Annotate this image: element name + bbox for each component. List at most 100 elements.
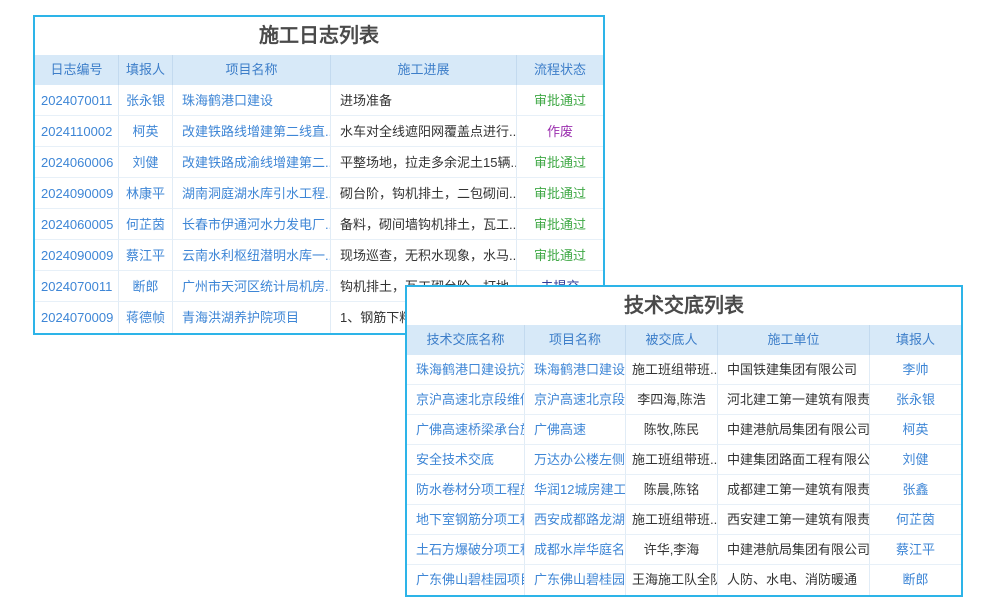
receiver-text: 施工班组带班... <box>626 355 718 385</box>
log-id-link[interactable]: 2024090009 <box>35 178 119 209</box>
reporter-link[interactable]: 刘健 <box>870 445 961 475</box>
construction-unit-text: 西安建工第一建筑有限责任公司 <box>718 505 870 535</box>
reporter-link[interactable]: 李帅 <box>870 355 961 385</box>
table-row[interactable]: 2024110002 柯英 改建铁路线增建第二线直... 水车对全线遮阳网覆盖点… <box>35 116 603 147</box>
table-row[interactable]: 2024070011 张永银 珠海鹤港口建设 进场准备 审批通过 <box>35 85 603 116</box>
log-id-link[interactable]: 2024090009 <box>35 240 119 271</box>
reporter-link[interactable]: 张永银 <box>870 385 961 415</box>
construction-unit-text: 中国铁建集团有限公司 <box>718 355 870 385</box>
table-row[interactable]: 珠海鹤港口建设抗浮... 珠海鹤港口建设 施工班组带班... 中国铁建集团有限公… <box>407 355 961 385</box>
progress-text: 水车对全线遮阳网覆盖点进行... <box>331 116 517 147</box>
disclosure-name-link[interactable]: 地下室钢筋分项工程... <box>407 505 525 535</box>
reporter-link[interactable]: 张永银 <box>119 85 173 116</box>
receiver-text: 施工班组带班... <box>626 445 718 475</box>
reporter-link[interactable]: 断郎 <box>119 271 173 302</box>
column-header-project-name: 项目名称 <box>525 325 626 355</box>
disclosure-name-link[interactable]: 土石方爆破分项工程... <box>407 535 525 565</box>
construction-log-table-title: 施工日志列表 <box>35 17 603 55</box>
disclosure-name-link[interactable]: 安全技术交底 <box>407 445 525 475</box>
column-header-log-id: 日志编号 <box>35 55 119 85</box>
progress-text: 现场巡查，无积水现象，水马... <box>331 240 517 271</box>
table-row[interactable]: 广东佛山碧桂园项目... 广东佛山碧桂园项目 王海施工队全队 人防、水电、消防暖… <box>407 565 961 595</box>
reporter-link[interactable]: 蔡江平 <box>870 535 961 565</box>
reporter-link[interactable]: 刘健 <box>119 147 173 178</box>
progress-text: 备料，砌间墙钩机排土，瓦工... <box>331 209 517 240</box>
reporter-link[interactable]: 蒋德帧 <box>119 302 173 333</box>
receiver-text: 施工班组带班... <box>626 505 718 535</box>
column-header-disclosure-name: 技术交底名称 <box>407 325 525 355</box>
log-id-link[interactable]: 2024070011 <box>35 271 119 302</box>
project-link[interactable]: 京沪高速北京段维修 <box>525 385 626 415</box>
status-badge: 审批通过 <box>517 240 603 271</box>
disclosure-name-link[interactable]: 京沪高速北京段维修... <box>407 385 525 415</box>
log-id-link[interactable]: 2024060006 <box>35 147 119 178</box>
column-header-reporter: 填报人 <box>119 55 173 85</box>
receiver-text: 王海施工队全队 <box>626 565 718 595</box>
table-row[interactable]: 2024060005 何芷茵 长春市伊通河水力发电厂... 备料，砌间墙钩机排土… <box>35 209 603 240</box>
reporter-link[interactable]: 何芷茵 <box>119 209 173 240</box>
project-link[interactable]: 华润12城房建工... <box>525 475 626 505</box>
project-link[interactable]: 万达办公楼左侧A... <box>525 445 626 475</box>
progress-text: 平整场地，拉走多余泥土15辆... <box>331 147 517 178</box>
reporter-link[interactable]: 断郎 <box>870 565 961 595</box>
project-link[interactable]: 改建铁路成渝线增建第二... <box>173 147 331 178</box>
disclosure-name-link[interactable]: 珠海鹤港口建设抗浮... <box>407 355 525 385</box>
table-row[interactable]: 京沪高速北京段维修... 京沪高速北京段维修 李四海,陈浩 河北建工第一建筑有限… <box>407 385 961 415</box>
technical-disclosure-table-title: 技术交底列表 <box>407 287 961 325</box>
log-id-link[interactable]: 2024070011 <box>35 85 119 116</box>
construction-unit-text: 中建集团路面工程有限公司 <box>718 445 870 475</box>
construction-log-table-header: 日志编号 填报人 项目名称 施工进展 流程状态 <box>35 55 603 85</box>
receiver-text: 李四海,陈浩 <box>626 385 718 415</box>
project-link[interactable]: 成都水岸华庭名苑... <box>525 535 626 565</box>
column-header-status: 流程状态 <box>517 55 603 85</box>
technical-disclosure-table-card: 技术交底列表 技术交底名称 项目名称 被交底人 施工单位 填报人 珠海鹤港口建设… <box>405 285 963 597</box>
status-badge: 作废 <box>517 116 603 147</box>
project-link[interactable]: 广东佛山碧桂园项目 <box>525 565 626 595</box>
construction-unit-text: 中建港航局集团有限公司 <box>718 415 870 445</box>
status-badge: 审批通过 <box>517 85 603 116</box>
log-id-link[interactable]: 2024070009 <box>35 302 119 333</box>
reporter-link[interactable]: 张鑫 <box>870 475 961 505</box>
table-row[interactable]: 2024090009 林康平 湖南洞庭湖水库引水工程... 砌台阶，钩机排土，二… <box>35 178 603 209</box>
table-row[interactable]: 土石方爆破分项工程... 成都水岸华庭名苑... 许华,李海 中建港航局集团有限… <box>407 535 961 565</box>
project-link[interactable]: 云南水利枢纽潜明水库一... <box>173 240 331 271</box>
project-link[interactable]: 珠海鹤港口建设 <box>525 355 626 385</box>
construction-unit-text: 河北建工第一建筑有限责任公司 <box>718 385 870 415</box>
disclosure-name-link[interactable]: 广东佛山碧桂园项目... <box>407 565 525 595</box>
reporter-link[interactable]: 柯英 <box>119 116 173 147</box>
table-row[interactable]: 广佛高速桥梁承台施... 广佛高速 陈牧,陈民 中建港航局集团有限公司 柯英 <box>407 415 961 445</box>
status-badge: 审批通过 <box>517 147 603 178</box>
receiver-text: 陈晨,陈铭 <box>626 475 718 505</box>
log-id-link[interactable]: 2024110002 <box>35 116 119 147</box>
project-link[interactable]: 珠海鹤港口建设 <box>173 85 331 116</box>
column-header-progress: 施工进展 <box>331 55 517 85</box>
reporter-link[interactable]: 蔡江平 <box>119 240 173 271</box>
project-link[interactable]: 湖南洞庭湖水库引水工程... <box>173 178 331 209</box>
receiver-text: 许华,李海 <box>626 535 718 565</box>
project-link[interactable]: 西安成都路龙湖上... <box>525 505 626 535</box>
progress-text: 砌台阶，钩机排土，二包砌间... <box>331 178 517 209</box>
status-badge: 审批通过 <box>517 178 603 209</box>
column-header-reporter: 填报人 <box>870 325 961 355</box>
table-row[interactable]: 2024090009 蔡江平 云南水利枢纽潜明水库一... 现场巡查，无积水现象… <box>35 240 603 271</box>
disclosure-name-link[interactable]: 防水卷材分项工程施... <box>407 475 525 505</box>
reporter-link[interactable]: 林康平 <box>119 178 173 209</box>
log-id-link[interactable]: 2024060005 <box>35 209 119 240</box>
table-row[interactable]: 安全技术交底 万达办公楼左侧A... 施工班组带班... 中建集团路面工程有限公… <box>407 445 961 475</box>
table-row[interactable]: 地下室钢筋分项工程... 西安成都路龙湖上... 施工班组带班... 西安建工第… <box>407 505 961 535</box>
project-link[interactable]: 广州市天河区统计局机房... <box>173 271 331 302</box>
table-row[interactable]: 2024060006 刘健 改建铁路成渝线增建第二... 平整场地，拉走多余泥土… <box>35 147 603 178</box>
project-link[interactable]: 广佛高速 <box>525 415 626 445</box>
column-header-construction-unit: 施工单位 <box>718 325 870 355</box>
reporter-link[interactable]: 柯英 <box>870 415 961 445</box>
column-header-project-name: 项目名称 <box>173 55 331 85</box>
construction-unit-text: 中建港航局集团有限公司 <box>718 535 870 565</box>
table-row[interactable]: 防水卷材分项工程施... 华润12城房建工... 陈晨,陈铭 成都建工第一建筑有… <box>407 475 961 505</box>
construction-unit-text: 人防、水电、消防暖通 <box>718 565 870 595</box>
project-link[interactable]: 青海洪湖养护院项目 <box>173 302 331 333</box>
project-link[interactable]: 长春市伊通河水力发电厂... <box>173 209 331 240</box>
project-link[interactable]: 改建铁路线增建第二线直... <box>173 116 331 147</box>
reporter-link[interactable]: 何芷茵 <box>870 505 961 535</box>
progress-text: 进场准备 <box>331 85 517 116</box>
disclosure-name-link[interactable]: 广佛高速桥梁承台施... <box>407 415 525 445</box>
